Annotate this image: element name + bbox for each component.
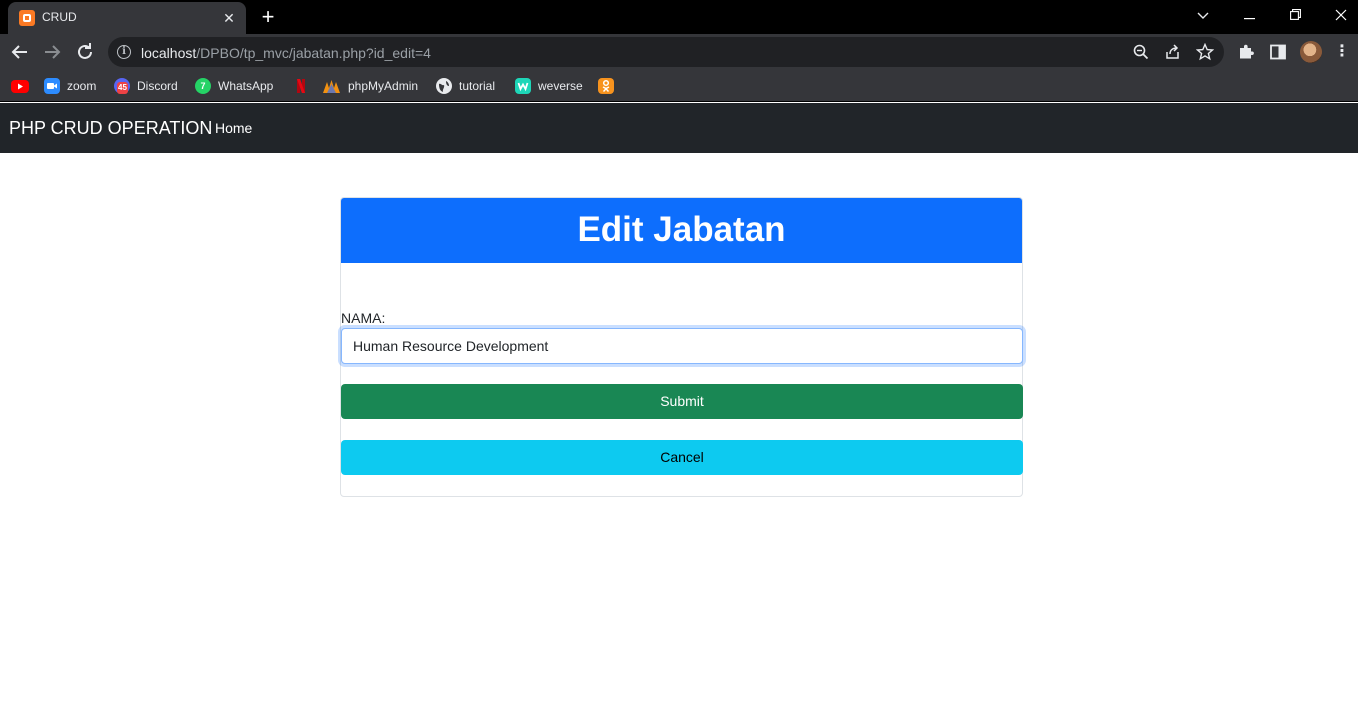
new-tab-button[interactable]: +	[254, 4, 282, 30]
whatsapp-icon: 7	[195, 78, 211, 94]
nav-link-home[interactable]: Home	[215, 120, 252, 136]
side-panel-icon[interactable]	[1268, 42, 1288, 62]
bookmark-discord[interactable]: 45 Discord	[114, 75, 178, 97]
bookmark-weverse[interactable]: weverse	[515, 75, 583, 97]
weverse-icon	[515, 78, 531, 94]
edit-jabatan-card: Edit Jabatan NAMA: Submit Cancel	[340, 197, 1023, 497]
youtube-icon	[11, 79, 29, 93]
nama-input[interactable]	[341, 328, 1023, 364]
bookmarks-bar: zoom 45 Discord 7 WhatsApp phpMyAdmin tu…	[0, 70, 1358, 102]
nama-label: NAMA:	[341, 310, 386, 326]
cancel-button[interactable]: Cancel	[341, 440, 1023, 475]
forward-arrow-icon[interactable]	[39, 39, 65, 65]
odnoklassniki-icon	[598, 78, 614, 94]
zoom-icon[interactable]	[1132, 43, 1150, 61]
tab-crud[interactable]: CRUD ✕	[8, 2, 246, 34]
extensions-icon[interactable]	[1236, 42, 1256, 62]
bookmark-label: tutorial	[459, 79, 496, 93]
discord-badge: 45	[117, 82, 128, 94]
reload-icon[interactable]	[72, 39, 98, 65]
share-icon[interactable]	[1164, 43, 1182, 61]
tab-strip: CRUD ✕ +	[0, 0, 1358, 34]
bookmark-phpmyadmin[interactable]: phpMyAdmin	[322, 75, 418, 97]
site-navbar: PHP CRUD OPERATION Home	[0, 103, 1358, 153]
url-path: /DPBO/tp_mvc/jabatan.php?id_edit=4	[196, 45, 431, 61]
bookmark-zoom[interactable]: zoom	[44, 75, 96, 97]
address-bar[interactable]: i localhost/DPBO/tp_mvc/jabatan.php?id_e…	[108, 37, 1224, 67]
url-text: localhost/DPBO/tp_mvc/jabatan.php?id_edi…	[141, 45, 431, 61]
back-arrow-icon[interactable]	[7, 39, 33, 65]
xampp-icon	[19, 10, 35, 26]
page-title: Edit Jabatan	[577, 210, 786, 249]
submit-button[interactable]: Submit	[341, 384, 1023, 419]
bookmark-label: Discord	[137, 79, 178, 93]
bookmark-tutorial[interactable]: tutorial	[436, 75, 495, 97]
bookmark-netflix[interactable]	[293, 75, 309, 97]
bookmark-star-icon[interactable]	[1195, 42, 1215, 61]
close-window-button[interactable]	[1318, 0, 1358, 30]
globe-icon	[436, 78, 452, 94]
profile-avatar[interactable]	[1300, 41, 1322, 63]
close-tab-icon[interactable]: ✕	[220, 9, 238, 27]
minimize-button[interactable]	[1226, 0, 1272, 30]
tab-title: CRUD	[42, 10, 77, 24]
browser-toolbar: i localhost/DPBO/tp_mvc/jabatan.php?id_e…	[0, 34, 1358, 70]
bookmark-label: WhatsApp	[218, 79, 274, 93]
tab-search-icon[interactable]	[1180, 0, 1226, 30]
bookmark-youtube[interactable]	[11, 75, 29, 97]
card-header: Edit Jabatan	[341, 198, 1022, 263]
bookmark-label: phpMyAdmin	[348, 79, 419, 93]
bookmark-label: zoom	[67, 79, 97, 93]
bookmark-whatsapp[interactable]: 7 WhatsApp	[195, 75, 273, 97]
bookmark-odnoklassniki[interactable]	[598, 75, 614, 97]
site-info-icon[interactable]: i	[117, 45, 131, 59]
phpmyadmin-icon	[322, 78, 341, 94]
whatsapp-badge: 7	[200, 81, 206, 91]
chrome-menu-icon[interactable]: ⋮	[1334, 42, 1350, 62]
restore-button[interactable]	[1272, 0, 1318, 30]
url-host: localhost	[141, 45, 197, 61]
navbar-brand[interactable]: PHP CRUD OPERATION	[9, 118, 212, 139]
discord-icon: 45	[114, 78, 130, 94]
bookmark-label: weverse	[538, 79, 583, 93]
netflix-icon	[293, 78, 309, 94]
zoom-icon	[44, 78, 60, 94]
